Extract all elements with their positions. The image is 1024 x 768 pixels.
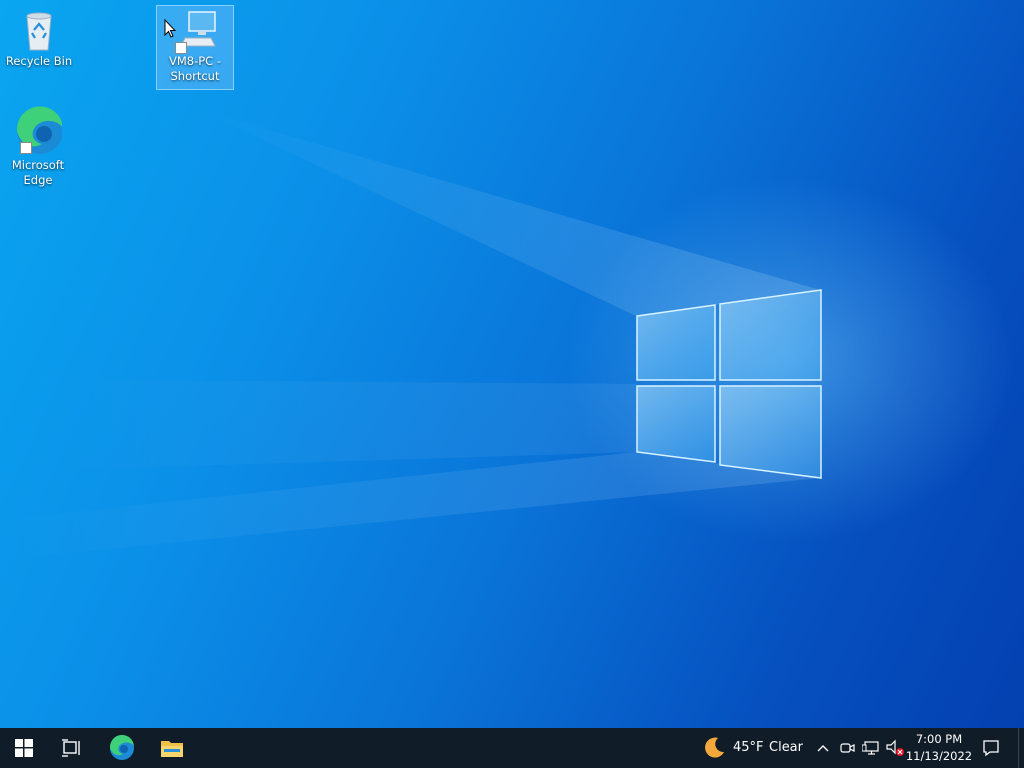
taskbar: 45°F Clear 7:00 PM 11/13/2022 [0, 728, 1024, 768]
windows-logo-wallpaper [636, 289, 822, 479]
taskbar-edge-button[interactable] [98, 728, 146, 768]
file-explorer-icon [161, 741, 183, 757]
shortcut-arrow-icon [20, 142, 32, 154]
moon-icon [705, 737, 724, 758]
mouse-cursor-icon [164, 19, 176, 38]
weather-temperature: 45°F [733, 740, 764, 755]
clock[interactable]: 7:00 PM 11/13/2022 [902, 731, 976, 765]
desktop-icon-label: Recycle Bin [5, 54, 73, 68]
task-view-button[interactable] [48, 728, 96, 768]
network-icon[interactable] [862, 740, 880, 756]
wallpaper [0, 110, 822, 560]
clock-date: 11/13/2022 [905, 749, 973, 763]
computer-shortcut-icon [171, 8, 219, 54]
edge-icon [109, 735, 134, 760]
desktop-icon-microsoft-edge[interactable]: Microsoft Edge [0, 104, 76, 190]
taskbar-file-explorer-button[interactable] [148, 728, 196, 768]
clock-time: 7:00 PM [915, 732, 963, 746]
weather-condition: Clear [769, 740, 803, 755]
shortcut-arrow-icon [175, 42, 187, 54]
desktop-icon-recycle-bin[interactable]: Recycle Bin [1, 6, 77, 71]
desktop[interactable]: Recycle Bin Microsoft Edge VM8-PC - Shor… [0, 0, 1024, 728]
task-view-icon [62, 739, 80, 757]
chevron-up-icon[interactable] [816, 742, 830, 754]
desktop-icon-label: VM8-PC - Shortcut [168, 54, 222, 83]
start-button[interactable] [0, 728, 48, 768]
weather-widget[interactable]: 45°F Clear [700, 728, 804, 768]
desktop-icon-label: Microsoft Edge [11, 158, 65, 187]
meet-now-icon[interactable] [839, 740, 855, 756]
show-desktop-button[interactable] [1018, 728, 1024, 768]
recycle-bin-icon [15, 8, 63, 54]
action-center-button[interactable] [968, 728, 1014, 768]
action-center-icon [983, 740, 999, 757]
edge-icon [14, 106, 63, 154]
windows-logo-icon [15, 739, 33, 757]
